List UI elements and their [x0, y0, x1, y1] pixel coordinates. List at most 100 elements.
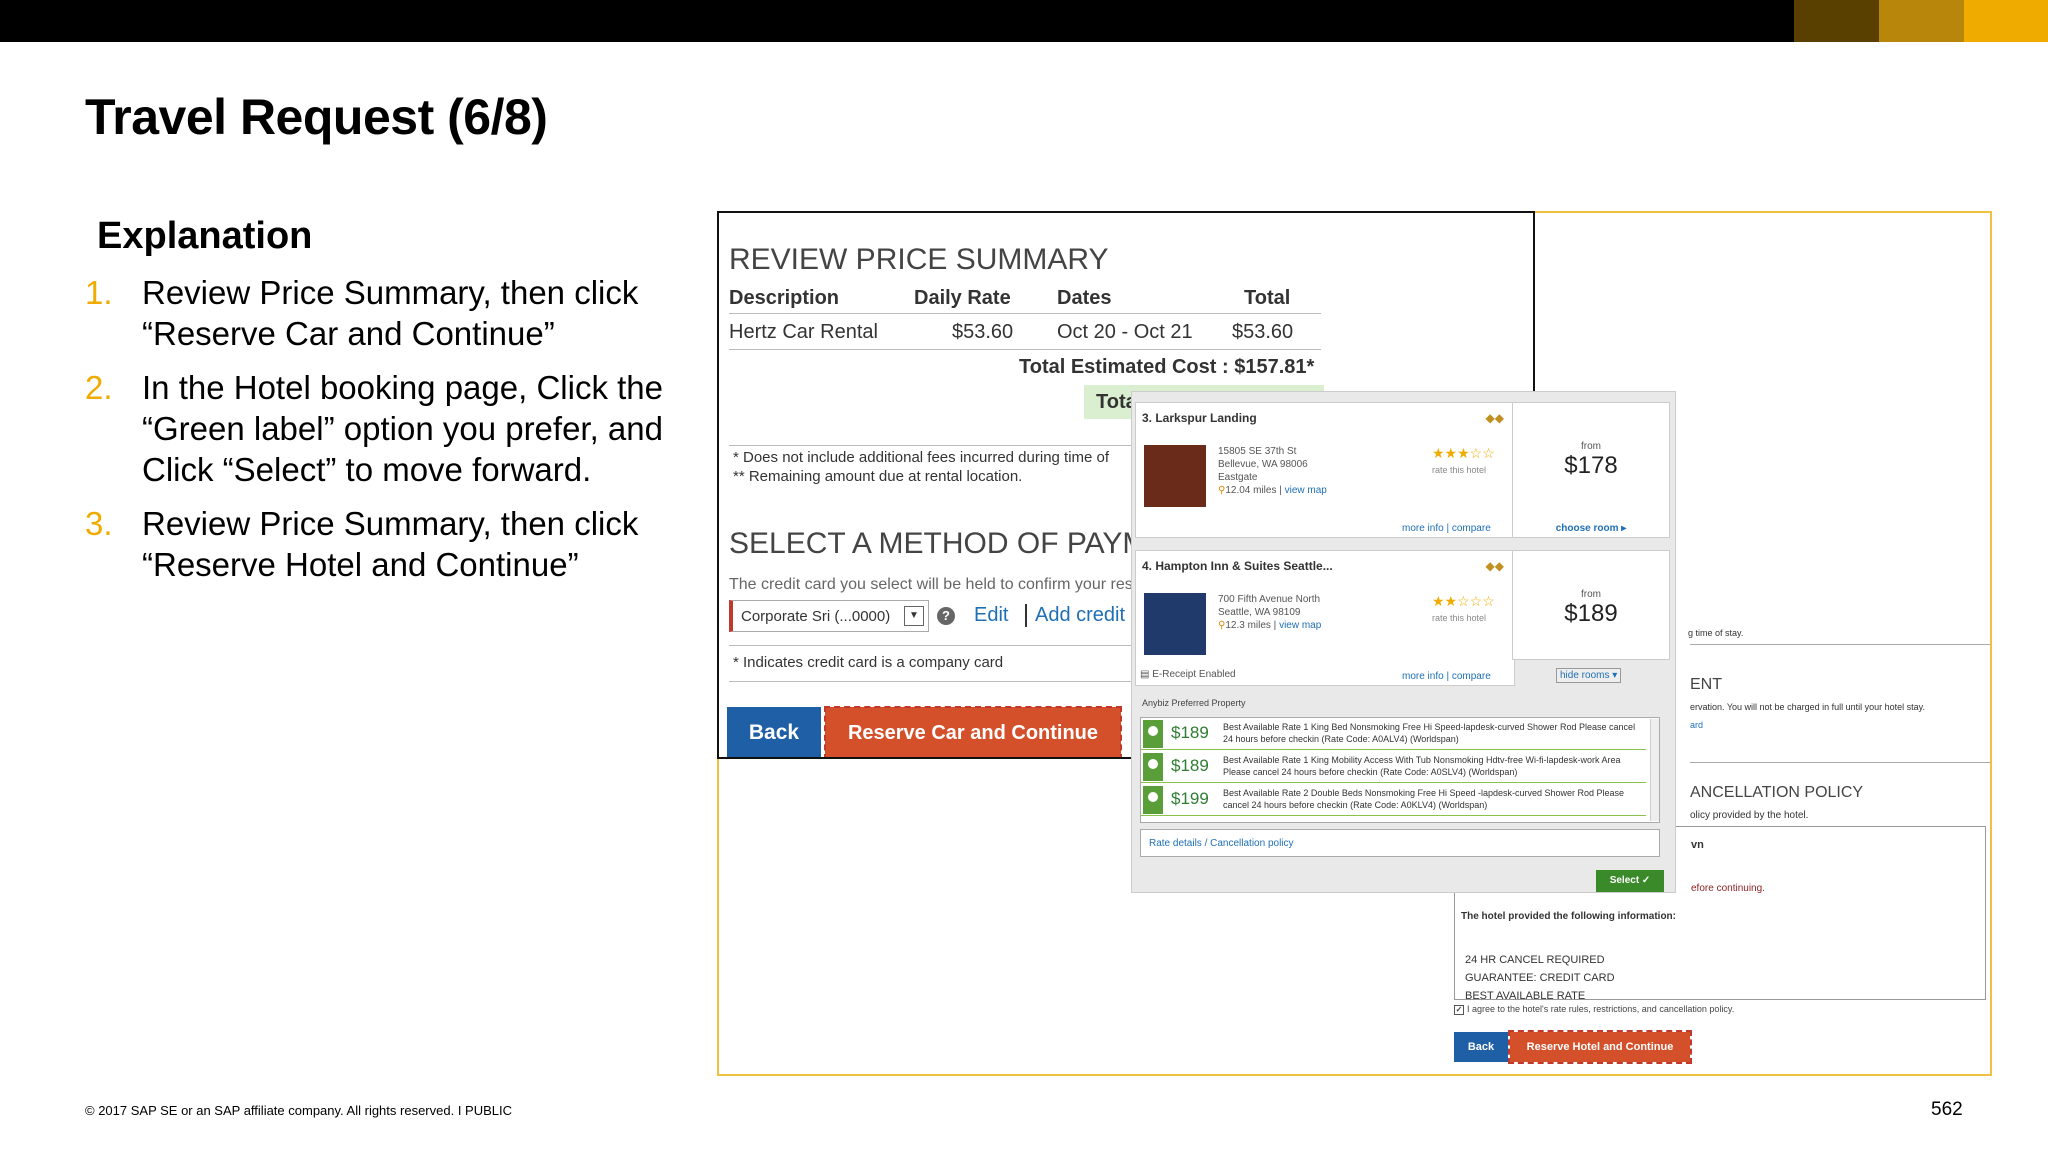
- agree-text: I agree to the hotel's rate rules, restr…: [1467, 1004, 1735, 1014]
- before-continuing-text: efore continuing.: [1691, 883, 1765, 894]
- e-receipt-text: E-Receipt Enabled: [1152, 669, 1236, 680]
- hotel-distance: 12.3 miles: [1225, 620, 1271, 631]
- room-radio[interactable]: [1143, 720, 1163, 748]
- room-radio[interactable]: [1143, 786, 1163, 814]
- charge-text: ervation. You will not be charged in ful…: [1690, 702, 1925, 712]
- step-number: 2.: [85, 369, 113, 406]
- diamond-rating-icon: ◆◆: [1485, 559, 1504, 573]
- room-description: Best Available Rate 1 King Mobility Acce…: [1223, 755, 1621, 777]
- divider: [1690, 762, 1990, 763]
- card-select-value: Corporate Sri (...0000): [741, 608, 891, 625]
- star-rating-icon: ★★★☆☆: [1432, 445, 1495, 461]
- room-rate-option[interactable]: $199 Best Available Rate 2 Double Beds N…: [1141, 784, 1646, 816]
- hotel-card[interactable]: 3. Larkspur Landing ◆◆ 15805 SE 37th St …: [1135, 402, 1515, 538]
- room-description: Best Available Rate 1 King Bed Nonsmokin…: [1223, 722, 1636, 744]
- room-price: $189: [1171, 756, 1209, 775]
- cancellation-policy-heading: ANCELLATION POLICY: [1690, 784, 1864, 801]
- hotel-price: $178: [1564, 452, 1618, 479]
- hotel-links: more info | compare: [1402, 671, 1491, 682]
- step-item: 2. In the Hotel booking page, Click the “…: [85, 367, 685, 490]
- help-icon[interactable]: ?: [937, 607, 955, 625]
- step-text: Review Price Summary, then click “Reserv…: [142, 274, 639, 352]
- hotel-price-box: from $189: [1512, 550, 1670, 660]
- table-cell: $53.60: [952, 321, 1014, 343]
- address-line: 700 Fifth Avenue North: [1218, 594, 1321, 605]
- view-map-link[interactable]: view map: [1285, 485, 1327, 496]
- view-map-link[interactable]: view map: [1279, 620, 1321, 631]
- divider: [1690, 644, 1990, 645]
- room-rate-option[interactable]: $189 Best Available Rate 1 King Bed Nons…: [1141, 718, 1646, 750]
- column-header: Total: [1244, 287, 1291, 309]
- divider: [729, 349, 1321, 350]
- receipt-icon: ▤: [1140, 669, 1153, 680]
- step-text: In the Hotel booking page, Click the “Gr…: [142, 369, 663, 488]
- table-cell: $53.60: [1232, 321, 1294, 343]
- more-info-link[interactable]: more info: [1402, 523, 1444, 534]
- company-card-note: * Indicates credit card is a company car…: [733, 654, 1004, 671]
- preferred-property-label: Anybiz Preferred Property: [1142, 698, 1246, 708]
- room-rates-list: $189 Best Available Rate 1 King Bed Nons…: [1140, 717, 1660, 823]
- hotel-card[interactable]: 4. Hampton Inn & Suites Seattle... ◆◆ 70…: [1135, 550, 1515, 686]
- diamond-rating-icon: ◆◆: [1485, 411, 1504, 425]
- address-line: Seattle, WA 98109: [1218, 607, 1301, 618]
- back-button[interactable]: Back: [727, 707, 821, 757]
- room-rate-option[interactable]: $189 Best Available Rate 1 King Mobility…: [1141, 751, 1646, 783]
- fees-note: * Does not include additional fees incur…: [733, 449, 1110, 466]
- compare-link[interactable]: compare: [1452, 523, 1491, 534]
- chevron-down-icon[interactable]: ▼: [904, 606, 924, 626]
- explanation-heading: Explanation: [97, 215, 313, 257]
- agree-checkbox-row[interactable]: ✓ I agree to the hotel's rate rules, rest…: [1454, 1004, 1734, 1015]
- room-description: Best Available Rate 2 Double Beds Nonsmo…: [1223, 788, 1625, 810]
- hotel-links: more info | compare: [1402, 523, 1491, 534]
- room-radio[interactable]: [1143, 753, 1163, 781]
- choose-room-link[interactable]: choose room ▸: [1513, 523, 1669, 534]
- back-button[interactable]: Back: [1454, 1032, 1508, 1062]
- divider: [729, 313, 1321, 314]
- footer-copyright: © 2017 SAP SE or an SAP affiliate compan…: [85, 1103, 513, 1118]
- reserve-hotel-button[interactable]: Reserve Hotel and Continue: [1508, 1030, 1692, 1064]
- step-number: 1.: [85, 274, 113, 311]
- top-bar: [0, 0, 2048, 42]
- step-item: 1. Review Price Summary, then click “Rese…: [85, 272, 685, 354]
- policy-text: olicy provided by the hotel.: [1690, 810, 1809, 821]
- steps-list: 1. Review Price Summary, then click “Rese…: [85, 272, 685, 598]
- card-link[interactable]: ard: [1690, 720, 1703, 730]
- section-heading: ENT: [1690, 676, 1722, 693]
- rate-hotel-link[interactable]: rate this hotel: [1432, 613, 1486, 623]
- room-price: $189: [1171, 723, 1209, 742]
- hotel-thumbnail[interactable]: [1144, 593, 1206, 655]
- compare-link[interactable]: compare: [1452, 671, 1491, 682]
- address-line: 15805 SE 37th St: [1218, 446, 1297, 457]
- rate-details-link[interactable]: Rate details / Cancellation policy: [1140, 829, 1660, 857]
- table-cell: Hertz Car Rental: [729, 321, 878, 343]
- review-price-summary-heading: REVIEW PRICE SUMMARY: [729, 243, 1109, 276]
- provided-info-heading: The hotel provided the following informa…: [1461, 911, 1676, 922]
- room-list-scrollbar[interactable]: [1650, 719, 1659, 821]
- column-header: Dates: [1057, 287, 1112, 309]
- rate-hotel-link[interactable]: rate this hotel: [1432, 465, 1486, 475]
- select-button[interactable]: Select ✓: [1596, 870, 1664, 892]
- from-label: from: [1581, 589, 1601, 600]
- hotel-name: 4. Hampton Inn & Suites Seattle...: [1142, 559, 1333, 573]
- header-swatch-2: [1879, 0, 1964, 42]
- hotel-address: 700 Fifth Avenue North Seattle, WA 98109…: [1218, 594, 1322, 631]
- remaining-note: ** Remaining amount due at rental locati…: [733, 468, 1023, 485]
- checkbox[interactable]: ✓: [1454, 1004, 1464, 1015]
- edit-link[interactable]: Edit: [974, 604, 1008, 627]
- from-label: from: [1581, 441, 1601, 452]
- header-swatch-1: [1794, 0, 1879, 42]
- hotel-booking-panel: 3. Larkspur Landing ◆◆ 15805 SE 37th St …: [1131, 391, 1676, 893]
- more-info-link[interactable]: more info: [1402, 671, 1444, 682]
- column-header: Description: [729, 287, 840, 309]
- hide-rooms-button[interactable]: hide rooms ▾: [1556, 668, 1622, 683]
- credit-card-select[interactable]: Corporate Sri (...0000) ▼: [729, 600, 929, 632]
- payment-method-heading: SELECT A METHOD OF PAYME: [729, 527, 1168, 560]
- reserve-car-button[interactable]: Reserve Car and Continue: [824, 706, 1122, 757]
- total-estimated-cost: Total Estimated Cost : $157.81*: [1019, 356, 1315, 378]
- hotel-thumbnail[interactable]: [1144, 445, 1206, 507]
- slide-title: Travel Request (6/8): [85, 89, 548, 145]
- page-number: 562: [1931, 1099, 1963, 1120]
- step-number: 3.: [85, 505, 113, 542]
- hotel-price: $189: [1564, 600, 1618, 627]
- hotel-distance: 12.04 miles: [1225, 485, 1277, 496]
